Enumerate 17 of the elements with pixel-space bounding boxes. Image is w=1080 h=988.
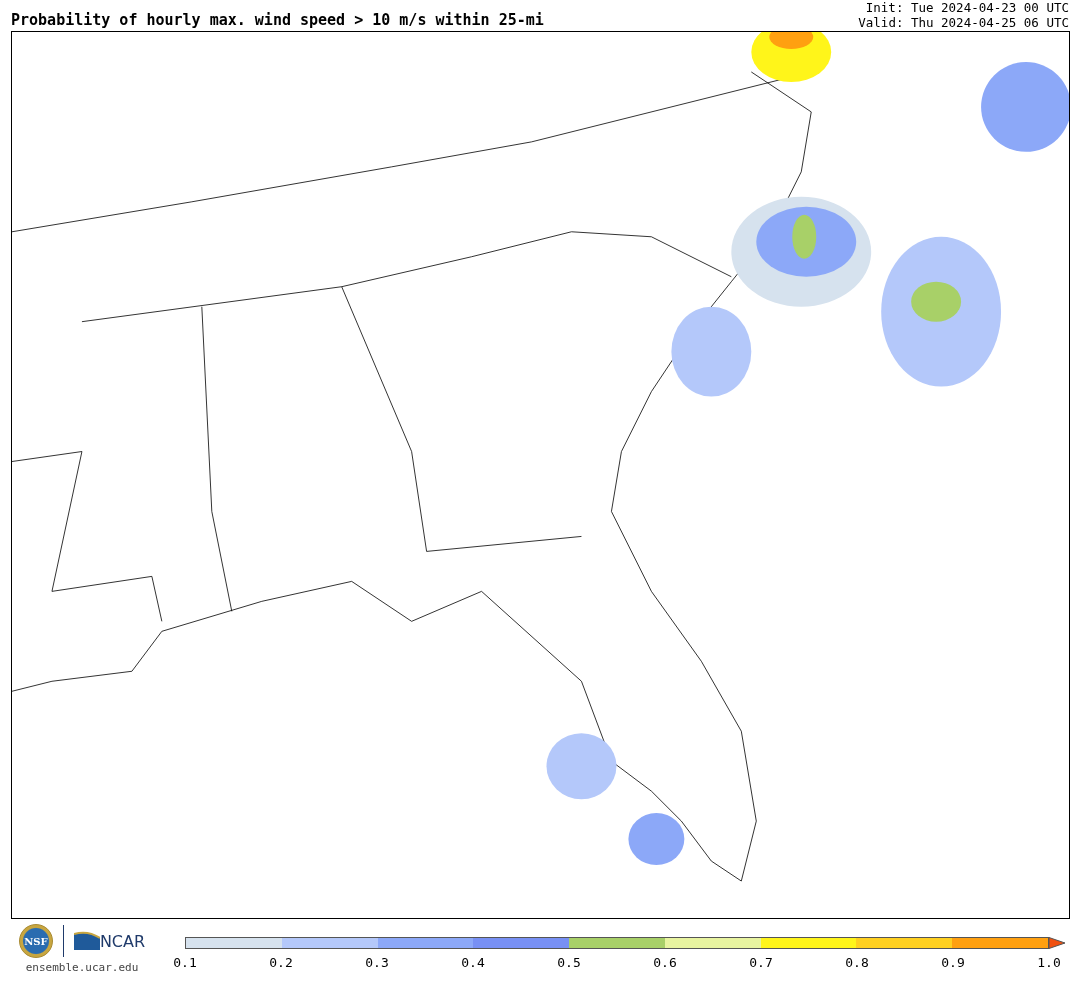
tick-label: 0.6	[653, 955, 677, 970]
map-title: Probability of hourly max. wind speed > 10 m/s within 25-mi	[11, 10, 544, 30]
tick-label: 0.7	[749, 955, 773, 970]
tick-label: 0.9	[941, 955, 965, 970]
tick-label: 0.2	[269, 955, 293, 970]
org-logo-text: NCAR	[99, 931, 146, 951]
seal-logo: NSF	[18, 924, 53, 958]
swoosh-icon	[73, 930, 100, 952]
tick-label: 0.3	[365, 955, 389, 970]
site-address: ensemble.ucar.edu	[25, 961, 139, 974]
tick-label: 1.0	[1037, 955, 1061, 970]
valid-time: Valid: Thu 2024-04-25 06 UTC	[858, 15, 1069, 30]
tick-label: 0.8	[845, 955, 869, 970]
tick-label: 0.1	[173, 955, 197, 970]
init-time: Init: Tue 2024-04-23 00 UTC	[864, 0, 1069, 15]
tick-label: 0.4	[461, 955, 485, 970]
tick-label: 0.5	[557, 955, 581, 970]
